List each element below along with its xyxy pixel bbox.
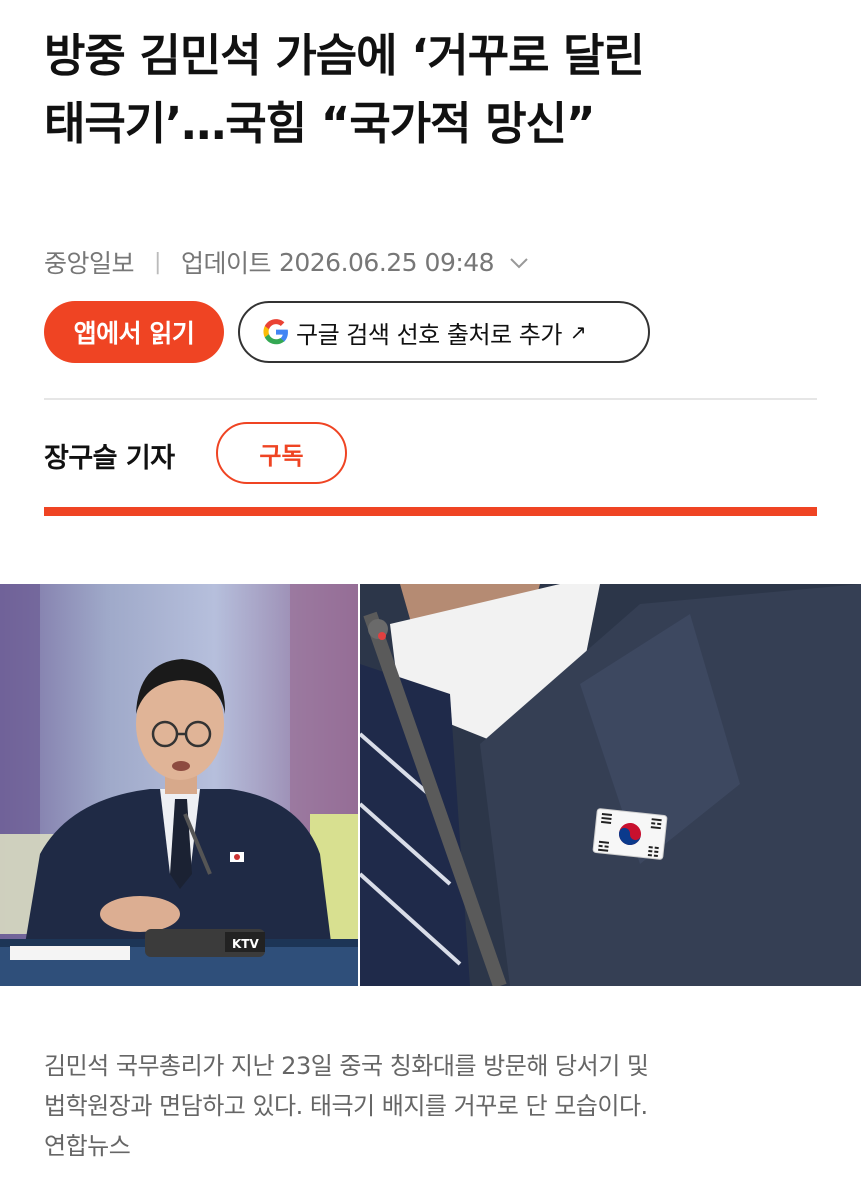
article-meta: 중앙일보 | 업데이트 2026.06.25 09:48	[44, 244, 530, 280]
headline-line-2: 태극기’…국힘 “국가적 망신”	[44, 97, 596, 150]
publisher-name[interactable]: 중앙일보	[44, 244, 135, 280]
subscribe-button[interactable]: 구독	[216, 422, 347, 484]
header-accent-bar	[44, 507, 817, 516]
caption-credit: 연합뉴스	[44, 1132, 131, 1160]
article-photo-speaker: KTV	[0, 584, 358, 986]
meta-separator: |	[154, 249, 161, 275]
google-pref-label: 구글 검색 선호 출처로 추가	[296, 320, 562, 349]
google-icon	[262, 318, 290, 346]
chevron-down-icon[interactable]	[508, 251, 530, 273]
updated-time: 2026.06.25 09:48	[278, 247, 495, 277]
updated-label: 업데이트	[180, 249, 272, 278]
caption-line-2: 법학원장과 면담하고 있다. 태극기 배지를 거꾸로 단 모습이다.	[44, 1092, 648, 1120]
photo-caption: 김민석 국무총리가 지난 23일 중국 칭화대를 방문해 당서기 및 법학원장과…	[44, 1046, 824, 1166]
google-preferred-source-button[interactable]: 구글 검색 선호 출처로 추가 ↗	[238, 301, 650, 363]
meta-divider	[44, 398, 817, 400]
external-link-icon: ↗	[569, 320, 587, 344]
ktv-watermark: KTV	[232, 937, 259, 951]
caption-line-1: 김민석 국무총리가 지난 23일 중국 칭화대를 방문해 당서기 및	[44, 1052, 649, 1080]
article-headline: 방중 김민석 가슴에 ‘거꾸로 달린 태극기’…국힘 “국가적 망신”	[44, 22, 834, 158]
read-in-app-button[interactable]: 앱에서 읽기	[44, 301, 224, 363]
headline-line-1: 방중 김민석 가슴에 ‘거꾸로 달린	[44, 29, 645, 82]
reporter-name[interactable]: 장구슬 기자	[44, 436, 175, 475]
article-photo-badge-closeup	[360, 584, 861, 986]
